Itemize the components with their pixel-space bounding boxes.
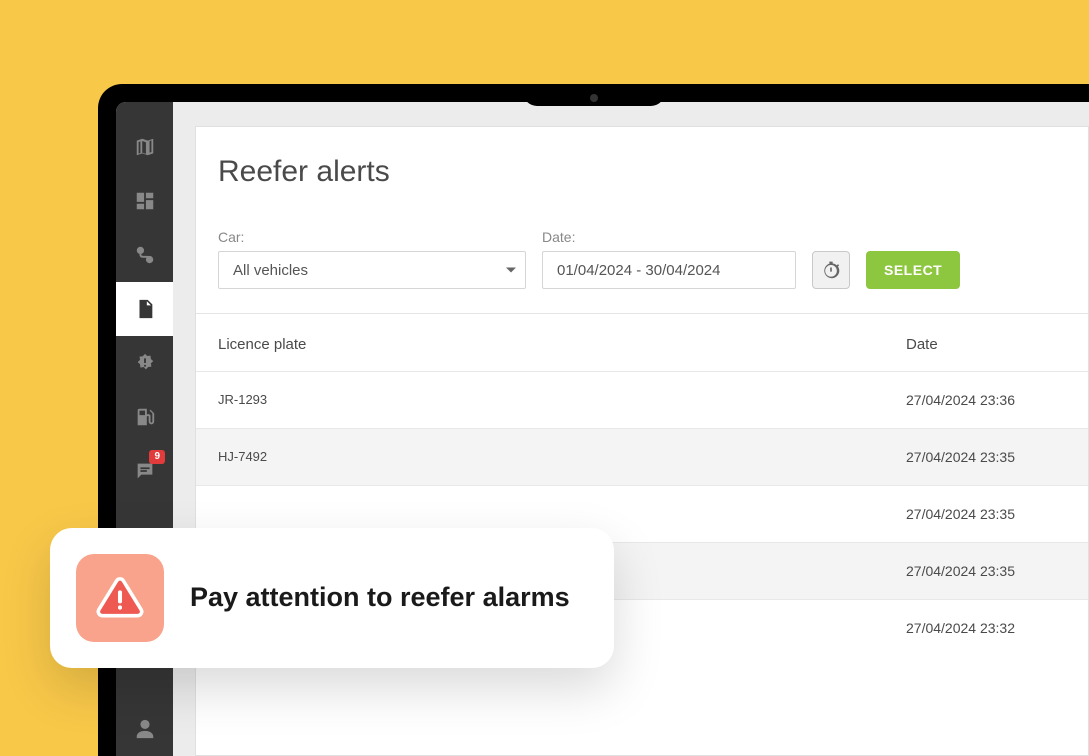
filter-bar: Car: All vehicles Date: 01/04/2024 - 30/… xyxy=(196,229,1088,314)
cell-plate xyxy=(218,506,906,522)
fuel-icon xyxy=(134,406,156,428)
table-row[interactable]: JR-1293 27/04/2024 23:36 xyxy=(196,371,1088,428)
cell-date: 27/04/2024 23:32 xyxy=(906,620,1066,636)
date-label: Date: xyxy=(542,229,796,245)
callout-icon-wrap xyxy=(76,554,164,642)
sidebar-item-fuel[interactable] xyxy=(116,390,173,444)
chevron-down-icon xyxy=(506,268,516,273)
cell-plate: JR-1293 xyxy=(218,392,906,408)
user-icon xyxy=(134,718,156,740)
select-button[interactable]: SELECT xyxy=(866,251,960,289)
column-header-plate: Licence plate xyxy=(218,336,906,353)
car-label: Car: xyxy=(218,229,526,245)
table-header: Licence plate Date xyxy=(196,314,1088,371)
column-header-date: Date xyxy=(906,336,1066,353)
cell-date: 27/04/2024 23:35 xyxy=(906,563,1066,579)
routes-icon xyxy=(134,244,156,266)
document-icon xyxy=(134,298,156,320)
cell-date: 27/04/2024 23:35 xyxy=(906,506,1066,522)
dashboard-icon xyxy=(134,190,156,212)
table-row[interactable]: HJ-7492 27/04/2024 23:35 xyxy=(196,428,1088,485)
stopwatch-icon xyxy=(821,260,841,280)
map-icon xyxy=(134,136,156,158)
time-picker-button[interactable] xyxy=(812,251,850,289)
sidebar-item-routes[interactable] xyxy=(116,228,173,282)
sidebar-item-messages[interactable]: 9 xyxy=(116,444,173,498)
car-select-value: All vehicles xyxy=(218,251,526,289)
callout-text: Pay attention to reefer alarms xyxy=(190,581,570,615)
cell-date: 27/04/2024 23:35 xyxy=(906,449,1066,465)
page-title: Reefer alerts xyxy=(196,155,1088,189)
car-select[interactable]: All vehicles xyxy=(218,251,526,289)
filter-car: Car: All vehicles xyxy=(218,229,526,289)
sidebar-item-reports[interactable] xyxy=(116,282,173,336)
laptop-notch xyxy=(523,84,665,106)
warning-triangle-icon xyxy=(93,571,147,625)
sidebar-item-alerts[interactable] xyxy=(116,336,173,390)
sidebar-item-map[interactable] xyxy=(116,120,173,174)
date-range-input[interactable]: 01/04/2024 - 30/04/2024 xyxy=(542,251,796,289)
notification-badge: 9 xyxy=(149,450,165,464)
sidebar-item-dashboard[interactable] xyxy=(116,174,173,228)
alert-badge-icon xyxy=(134,352,156,374)
callout-card: Pay attention to reefer alarms xyxy=(50,528,614,668)
cell-date: 27/04/2024 23:36 xyxy=(906,392,1066,408)
cell-plate: HJ-7492 xyxy=(218,449,906,465)
sidebar-item-profile[interactable] xyxy=(116,702,173,756)
filter-date: Date: 01/04/2024 - 30/04/2024 xyxy=(542,229,796,289)
